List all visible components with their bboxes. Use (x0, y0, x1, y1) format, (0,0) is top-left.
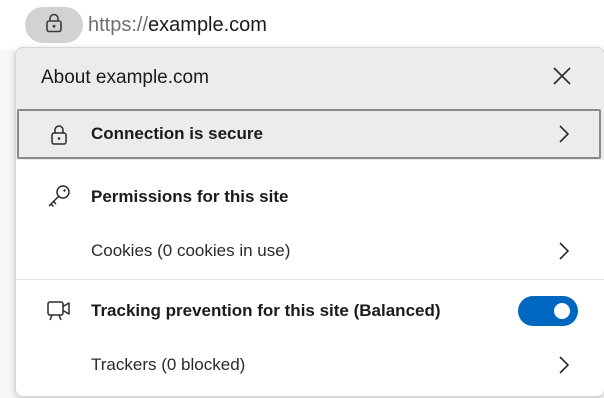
divider (16, 279, 604, 280)
permissions-row: Permissions for this site (16, 178, 604, 218)
trackers-label: Trackers (0 blocked) (91, 355, 246, 374)
chevron-right-icon (554, 240, 574, 262)
trackers-row[interactable]: Trackers (0 blocked) (16, 346, 604, 386)
permissions-label: Permissions for this site (91, 187, 289, 206)
lock-icon (44, 120, 74, 150)
lock-icon (45, 13, 63, 38)
url-scheme: https:// (88, 14, 149, 36)
cookies-label: Cookies (0 cookies in use) (91, 241, 291, 260)
url-field[interactable]: https://example.com (88, 13, 267, 37)
toggle-knob (554, 303, 570, 319)
tracking-camera-icon (44, 296, 74, 326)
site-info-flyout: About example.com Connection is secure P… (15, 47, 604, 397)
address-bar: https://example.com (0, 0, 604, 50)
tracking-prevention-label: Tracking prevention for this site (Balan… (91, 301, 441, 320)
chevron-right-icon (554, 123, 574, 145)
connection-secure-row[interactable]: Connection is secure (16, 108, 604, 160)
close-icon (552, 66, 572, 91)
site-info-button[interactable] (25, 7, 83, 43)
url-host: example.com (148, 14, 267, 36)
tracking-prevention-row: Tracking prevention for this site (Balan… (16, 292, 604, 332)
key-icon (44, 181, 74, 211)
flyout-title: About example.com (41, 67, 209, 88)
connection-secure-label: Connection is secure (91, 124, 263, 143)
cookies-row[interactable]: Cookies (0 cookies in use) (16, 232, 604, 272)
close-button[interactable] (546, 62, 578, 94)
tracking-prevention-toggle[interactable] (518, 296, 578, 326)
chevron-right-icon (554, 354, 574, 376)
flyout-header: About example.com (16, 48, 604, 108)
